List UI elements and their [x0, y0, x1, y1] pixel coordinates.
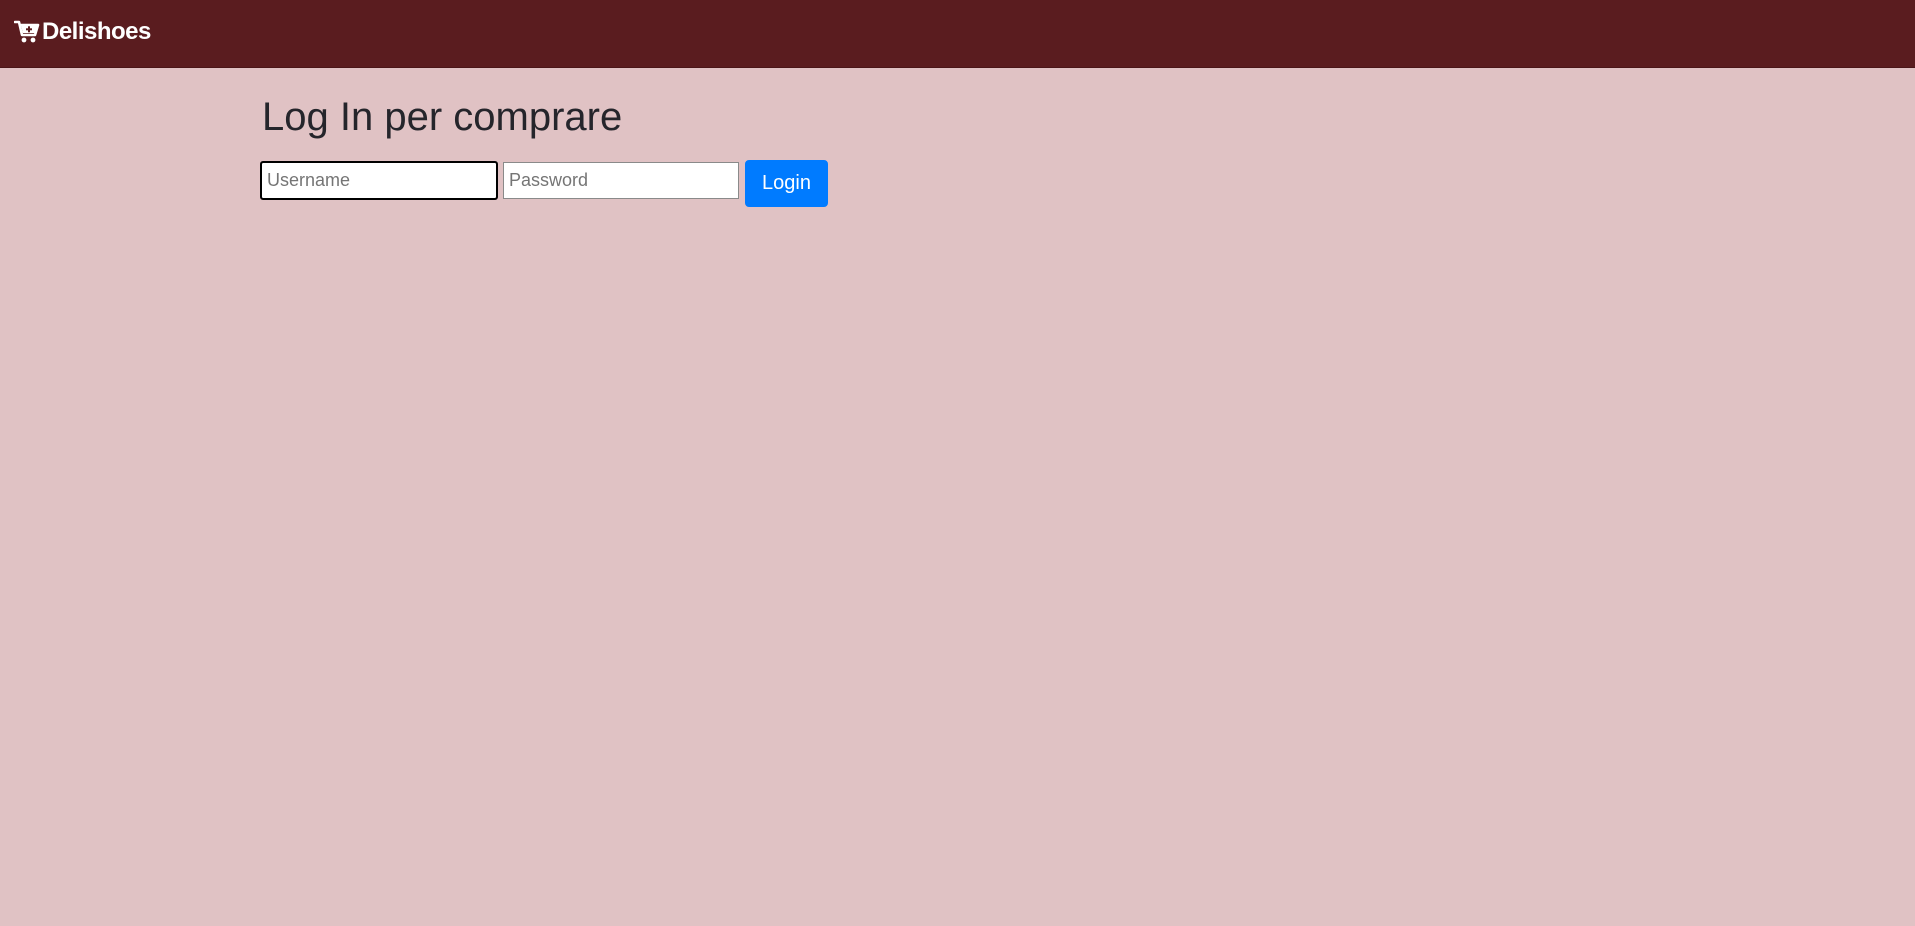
username-input[interactable] [260, 161, 498, 200]
page-title: Log In per comprare [262, 95, 623, 139]
brand-link[interactable]: Delishoes [14, 18, 151, 46]
login-button[interactable]: Login [745, 160, 828, 207]
password-input[interactable] [503, 162, 739, 199]
top-navbar: Delishoes [0, 0, 1915, 68]
login-form: Login [260, 160, 828, 207]
brand-name: Delishoes [42, 18, 151, 45]
cart-plus-icon [14, 20, 40, 44]
